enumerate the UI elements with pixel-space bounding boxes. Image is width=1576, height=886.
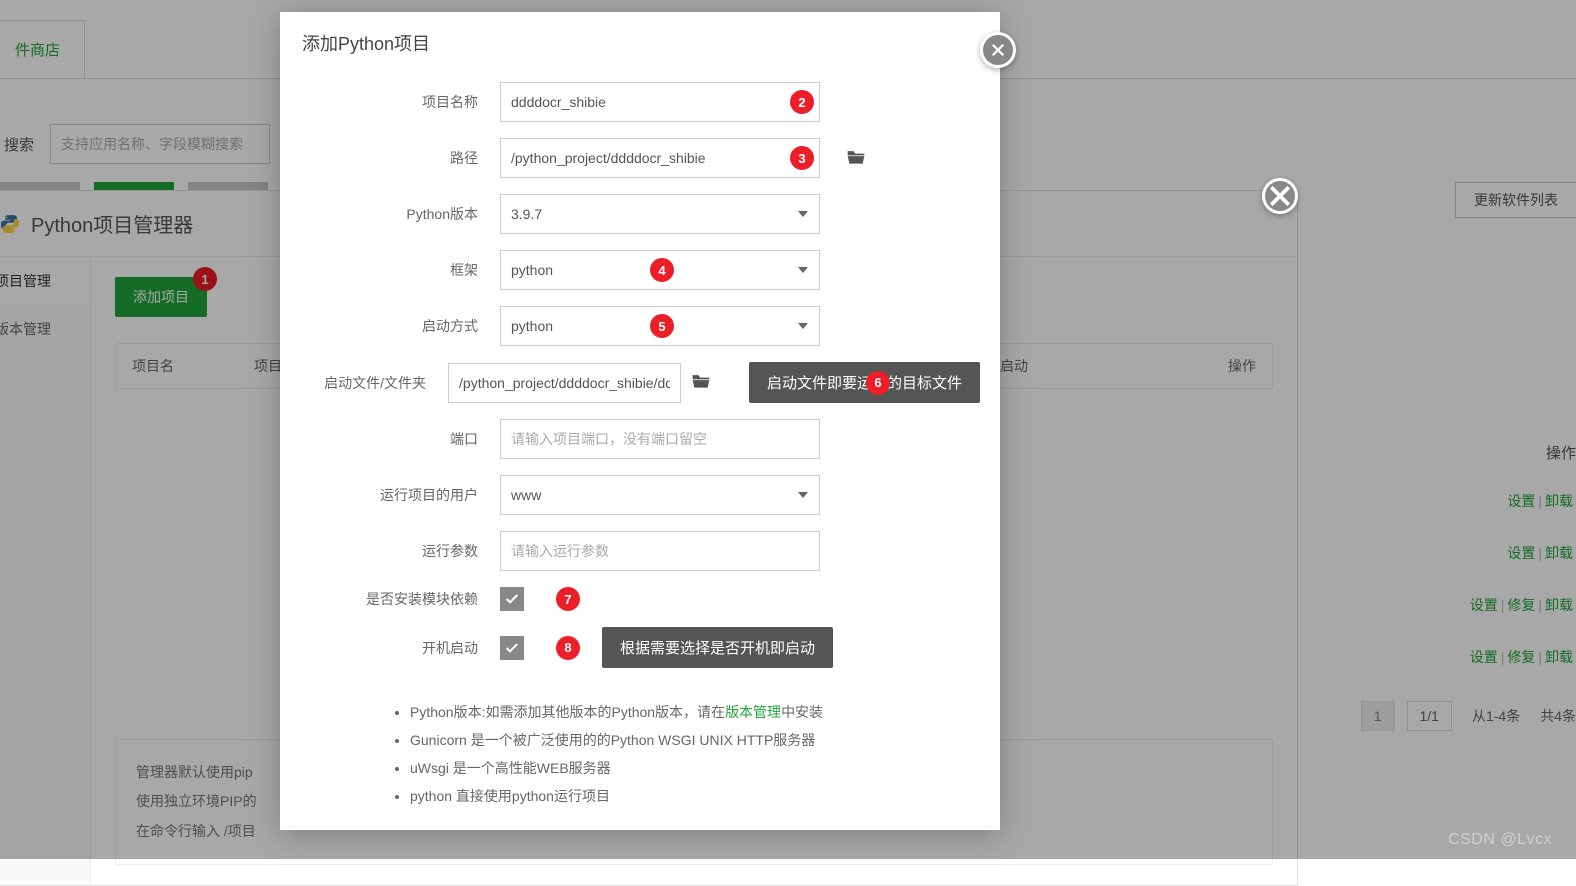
- label-python-version: Python版本: [300, 204, 500, 224]
- input-port[interactable]: [500, 419, 820, 459]
- label-framework: 框架: [300, 260, 500, 280]
- watermark: CSDN @Lvcx: [1448, 831, 1552, 849]
- close-dialog-button[interactable]: [980, 32, 1016, 68]
- annotation-badge-8: 8: [556, 636, 580, 660]
- row-autostart: 开机启动 8 根据需要选择是否开机即启动: [300, 627, 980, 668]
- input-path[interactable]: [500, 138, 820, 178]
- row-python-version: Python版本 3.9.7: [300, 194, 980, 234]
- close-manager-button[interactable]: [1262, 178, 1298, 214]
- select-user[interactable]: www: [500, 475, 820, 515]
- checkbox-install-deps[interactable]: [500, 587, 524, 611]
- close-icon: [989, 41, 1007, 59]
- row-project-name: 项目名称 2: [300, 82, 980, 122]
- annotation-badge-4: 4: [650, 258, 674, 282]
- input-start-file[interactable]: [448, 363, 681, 403]
- tooltip-start-file: 启动文件即要运行的目标文件: [749, 362, 980, 403]
- label-install-deps: 是否安装模块依赖: [300, 589, 500, 609]
- row-framework: 框架 python 4: [300, 250, 980, 290]
- label-start-mode: 启动方式: [300, 316, 500, 336]
- label-project-name: 项目名称: [300, 92, 500, 112]
- note-line: Python版本:如需添加其他版本的Python版本，请在版本管理中安装: [410, 698, 950, 726]
- link-version-mgmt[interactable]: 版本管理: [725, 704, 781, 720]
- row-install-deps: 是否安装模块依赖 7: [300, 587, 980, 611]
- select-python-version[interactable]: 3.9.7: [500, 194, 820, 234]
- label-path: 路径: [300, 148, 500, 168]
- row-args: 运行参数: [300, 531, 980, 571]
- close-icon: [1265, 181, 1295, 211]
- add-project-form: 项目名称 2 路径 3 Python版本 3.9.7 框架 python 4 启…: [280, 82, 1000, 830]
- annotation-badge-5: 5: [650, 314, 674, 338]
- row-port: 端口: [300, 419, 980, 459]
- note-line: uWsgi 是一个高性能WEB服务器: [410, 754, 950, 782]
- row-user: 运行项目的用户 www: [300, 475, 980, 515]
- label-user: 运行项目的用户: [300, 485, 500, 505]
- folder-browse-icon[interactable]: [691, 372, 711, 393]
- checkbox-autostart[interactable]: [500, 636, 524, 660]
- annotation-badge-2: 2: [790, 90, 814, 114]
- add-python-project-dialog: 添加Python项目 项目名称 2 路径 3 Python版本 3.9.7 框架…: [280, 12, 1000, 830]
- note-line: Gunicorn 是一个被广泛使用的的Python WSGI UNIX HTTP…: [410, 726, 950, 754]
- row-start-file: 启动文件/文件夹 6 启动文件即要运行的目标文件: [300, 362, 980, 403]
- label-args: 运行参数: [300, 541, 500, 561]
- input-project-name[interactable]: [500, 82, 820, 122]
- folder-browse-icon[interactable]: [846, 148, 866, 169]
- label-start-file: 启动文件/文件夹: [300, 373, 448, 393]
- label-port: 端口: [300, 429, 500, 449]
- annotation-badge-3: 3: [790, 146, 814, 170]
- label-autostart: 开机启动: [300, 638, 500, 658]
- form-notes: Python版本:如需添加其他版本的Python版本，请在版本管理中安装 Gun…: [390, 698, 950, 810]
- row-start-mode: 启动方式 python 5: [300, 306, 980, 346]
- check-icon: [504, 591, 520, 607]
- check-icon: [504, 640, 520, 656]
- annotation-badge-7: 7: [556, 587, 580, 611]
- input-args[interactable]: [500, 531, 820, 571]
- tooltip-autostart: 根据需要选择是否开机即启动: [602, 627, 833, 668]
- annotation-badge-6: 6: [866, 371, 890, 395]
- dialog-title: 添加Python项目: [280, 12, 1000, 74]
- row-path: 路径 3: [300, 138, 980, 178]
- note-line: python 直接使用python运行项目: [410, 782, 950, 810]
